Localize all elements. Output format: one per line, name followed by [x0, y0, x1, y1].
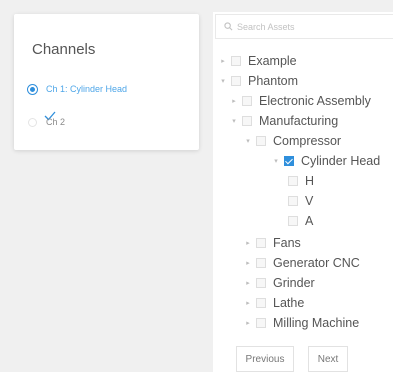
tree-label: Manufacturing [259, 114, 339, 128]
search-placeholder: Search Assets [237, 21, 295, 32]
tree-node-electronic-assembly[interactable]: ▸ Electronic Assembly [230, 92, 371, 110]
channel-label: Ch 1: Cylinder Head [46, 84, 128, 94]
tree-label: Milling Machine [273, 316, 360, 330]
tree-checkbox[interactable] [256, 298, 266, 308]
tree-checkbox[interactable] [242, 116, 252, 126]
tree-label: Phantom [248, 74, 299, 88]
tree-node-manufacturing[interactable]: ▾ Manufacturing [230, 112, 338, 130]
tree-node-h[interactable]: H [288, 172, 314, 190]
caret-right-icon[interactable]: ▸ [219, 57, 227, 65]
tree-label: Electronic Assembly [259, 94, 371, 108]
tree-label: Grinder [273, 276, 315, 290]
tree-node-milling-machine[interactable]: ▸ Milling Machine [244, 314, 359, 332]
tree-checkbox[interactable] [288, 216, 298, 226]
channel-label: Ch 2 [46, 117, 66, 127]
tree-label: Generator CNC [273, 256, 360, 270]
tree-checkbox[interactable] [231, 56, 241, 66]
tree-checkbox[interactable] [256, 278, 266, 288]
tree-checkbox[interactable] [256, 258, 266, 268]
tree-checkbox[interactable] [256, 318, 266, 328]
tree-label: V [305, 194, 314, 208]
caret-down-icon[interactable]: ▾ [230, 117, 238, 125]
radio-unselected-icon[interactable] [28, 117, 37, 127]
channels-panel: Channels Ch 1: Cylinder Head Ch 2 [14, 14, 199, 150]
channel-option-ch1[interactable]: Ch 1: Cylinder Head [28, 81, 127, 97]
search-input[interactable]: Search Assets [215, 14, 393, 39]
caret-right-icon[interactable]: ▸ [244, 299, 252, 307]
caret-down-icon[interactable]: ▾ [272, 157, 280, 165]
previous-button[interactable]: Previous [236, 346, 294, 372]
tree-label: H [305, 174, 315, 188]
tree-checkbox[interactable] [231, 76, 241, 86]
tree-node-generator-cnc[interactable]: ▸ Generator CNC [244, 254, 360, 272]
tree-label: Example [248, 54, 297, 68]
tree-checkbox-checked[interactable] [284, 156, 294, 166]
assets-panel: Search Assets ▸ Example ▾ Phantom ▸ Elec… [213, 12, 393, 372]
radio-selected-icon[interactable] [28, 84, 37, 94]
tree-checkbox[interactable] [288, 176, 298, 186]
tree-label: Cylinder Head [301, 154, 381, 168]
tree-node-grinder[interactable]: ▸ Grinder [244, 274, 315, 292]
tree-label: A [305, 214, 314, 228]
tree-checkbox[interactable] [288, 196, 298, 206]
tree-label: Compressor [273, 134, 342, 148]
caret-down-icon[interactable]: ▾ [219, 77, 227, 85]
tree-label: Fans [273, 236, 301, 250]
tree-checkbox[interactable] [242, 96, 252, 106]
tree-checkbox[interactable] [256, 136, 266, 146]
channel-option-ch2[interactable]: Ch 2 [28, 114, 65, 130]
channels-title: Channels [32, 41, 96, 58]
tree-node-fans[interactable]: ▸ Fans [244, 234, 301, 252]
caret-down-icon[interactable]: ▾ [244, 137, 252, 145]
tree-label: Lathe [273, 296, 305, 310]
tree-checkbox[interactable] [256, 238, 266, 248]
caret-right-icon[interactable]: ▸ [244, 319, 252, 327]
tree-node-cylinder-head[interactable]: ▾ Cylinder Head [272, 152, 380, 170]
tree-node-v[interactable]: V [288, 192, 313, 210]
next-button[interactable]: Next [308, 346, 348, 372]
tree-node-compressor[interactable]: ▾ Compressor [244, 132, 341, 150]
tree-node-example[interactable]: ▸ Example [219, 52, 297, 70]
tree-node-lathe[interactable]: ▸ Lathe [244, 294, 304, 312]
caret-right-icon[interactable]: ▸ [230, 97, 238, 105]
tree-node-phantom[interactable]: ▾ Phantom [219, 72, 298, 90]
caret-right-icon[interactable]: ▸ [244, 259, 252, 267]
search-icon [224, 22, 233, 31]
caret-right-icon[interactable]: ▸ [244, 279, 252, 287]
caret-right-icon[interactable]: ▸ [244, 239, 252, 247]
tree-node-a[interactable]: A [288, 212, 313, 230]
